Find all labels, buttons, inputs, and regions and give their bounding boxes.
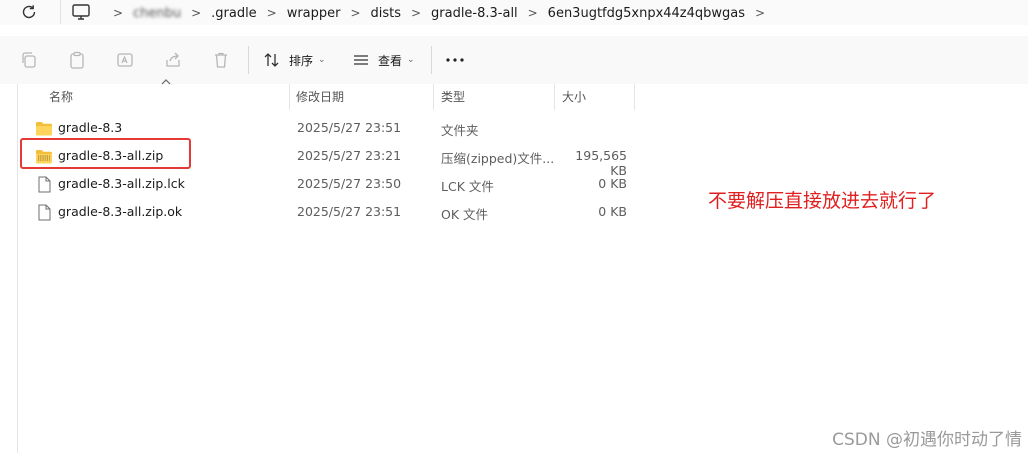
column-divider[interactable] bbox=[554, 84, 555, 110]
sort-ascending-icon bbox=[161, 79, 171, 85]
watermark: CSDN @初遇你时动了情 bbox=[832, 430, 1022, 450]
breadcrumb-chevron-icon: > bbox=[112, 6, 124, 20]
more-options-icon[interactable] bbox=[446, 58, 464, 62]
breadcrumb-dists[interactable]: dists bbox=[370, 6, 401, 21]
breadcrumb: > chenbu > .gradle > wrapper > dists > g… bbox=[103, 4, 775, 22]
file-name: gradle-8.3-all.zip.lck bbox=[58, 176, 185, 191]
breadcrumb-wrapper[interactable]: wrapper bbox=[287, 6, 341, 21]
file-type: 文件夹 bbox=[441, 123, 479, 138]
file-type: 压缩(zipped)文件... bbox=[441, 151, 555, 166]
chevron-down-icon: ⌄ bbox=[407, 55, 415, 65]
highlight-box bbox=[20, 138, 191, 169]
column-divider[interactable] bbox=[289, 84, 290, 110]
column-header-size[interactable]: 大小 bbox=[562, 86, 586, 108]
command-bar: 排序 ⌄ 查看 ⌄ bbox=[0, 36, 1028, 84]
view-button[interactable]: 查看 ⌄ bbox=[352, 49, 415, 71]
breadcrumb-chevron-icon: > bbox=[527, 6, 538, 20]
column-header-type[interactable]: 类型 bbox=[441, 86, 465, 108]
address-divider bbox=[60, 0, 61, 24]
folder-icon bbox=[36, 122, 52, 136]
copy-icon[interactable] bbox=[20, 51, 38, 69]
file-modified: 2025/5/27 23:51 bbox=[297, 120, 402, 135]
annotation-text: 不要解压直接放进去就行了 bbox=[708, 190, 937, 212]
file-name: gradle-8.3 bbox=[58, 120, 123, 135]
breadcrumb-hash-folder[interactable]: 6en3ugtfdg5xnpx44z4qbwgas bbox=[548, 6, 745, 21]
rename-icon[interactable] bbox=[116, 51, 134, 69]
file-icon bbox=[38, 204, 51, 221]
view-label: 查看 bbox=[378, 53, 403, 68]
column-header-name[interactable]: 名称 bbox=[49, 86, 73, 108]
view-icon bbox=[354, 55, 368, 65]
file-size: 0 KB bbox=[598, 204, 627, 219]
sort-label: 排序 bbox=[289, 53, 314, 68]
this-pc-icon[interactable] bbox=[71, 3, 91, 21]
breadcrumb-gradle[interactable]: .gradle bbox=[211, 6, 257, 21]
toolbar-divider bbox=[248, 46, 249, 74]
breadcrumb-chevron-icon: > bbox=[410, 6, 422, 20]
column-header-modified[interactable]: 修改日期 bbox=[296, 86, 344, 108]
file-type: LCK 文件 bbox=[441, 179, 494, 194]
file-size: 0 KB bbox=[598, 176, 627, 191]
share-icon[interactable] bbox=[164, 51, 182, 69]
breadcrumb-chevron-icon: > bbox=[191, 6, 202, 20]
address-bar: > chenbu > .gradle > wrapper > dists > g… bbox=[0, 0, 1028, 25]
toolbar-divider bbox=[431, 46, 432, 74]
breadcrumb-chevron-icon: > bbox=[266, 6, 277, 20]
file-row-gradle-8-3-all-zip-ok[interactable]: gradle-8.3-all.zip.ok 2025/5/27 23:51 OK… bbox=[0, 198, 640, 226]
file-icon bbox=[38, 176, 51, 193]
breadcrumb-gradle-8-3-all[interactable]: gradle-8.3-all bbox=[431, 6, 518, 21]
column-divider[interactable] bbox=[634, 84, 635, 110]
file-type: OK 文件 bbox=[441, 207, 489, 222]
breadcrumb-chevron-icon: > bbox=[755, 6, 766, 20]
chevron-down-icon: ⌄ bbox=[318, 55, 326, 65]
refresh-icon[interactable] bbox=[20, 3, 38, 21]
column-divider[interactable] bbox=[433, 84, 434, 110]
file-modified: 2025/5/27 23:50 bbox=[297, 176, 402, 191]
file-row-gradle-8-3-all-zip-lck[interactable]: gradle-8.3-all.zip.lck 2025/5/27 23:50 L… bbox=[0, 170, 640, 198]
file-name: gradle-8.3-all.zip.ok bbox=[58, 204, 183, 219]
file-modified: 2025/5/27 23:21 bbox=[297, 148, 402, 163]
paste-icon[interactable] bbox=[68, 51, 86, 69]
sort-icon bbox=[264, 53, 279, 67]
sort-button[interactable]: 排序 ⌄ bbox=[263, 49, 326, 71]
delete-icon[interactable] bbox=[212, 51, 230, 69]
file-modified: 2025/5/27 23:51 bbox=[297, 204, 402, 219]
breadcrumb-user[interactable]: chenbu bbox=[133, 6, 181, 21]
breadcrumb-chevron-icon: > bbox=[350, 6, 361, 20]
